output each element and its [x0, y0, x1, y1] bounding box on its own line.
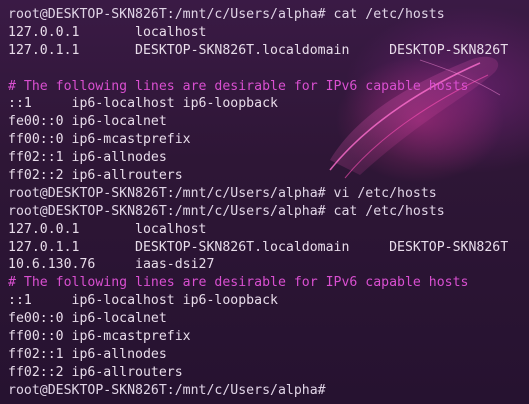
output-line: ::1 ip6-localhost ip6-loopback: [8, 293, 278, 309]
output-line: fe00::0 ip6-localnet: [8, 114, 167, 130]
output-line: ff02::2 ip6-allrouters: [8, 364, 183, 380]
output-line: 127.0.1.1 DESKTOP-SKN826T.localdomain DE…: [8, 239, 509, 255]
terminal-window[interactable]: root@DESKTOP-SKN826T:/mnt/c/Users/alpha#…: [0, 0, 529, 404]
prompt-line: root@DESKTOP-SKN826T:/mnt/c/Users/alpha#…: [8, 185, 437, 201]
output-line: 127.0.1.1 DESKTOP-SKN826T.localdomain DE…: [8, 42, 509, 58]
output-line: ff00::0 ip6-mcastprefix: [8, 132, 191, 148]
output-line: 10.6.130.76 iaas-dsi27: [8, 257, 215, 273]
output-line: ff02::1 ip6-allnodes: [8, 346, 167, 362]
prompt-line: root@DESKTOP-SKN826T:/mnt/c/Users/alpha#…: [8, 7, 445, 22]
output-line: 127.0.0.1 localhost: [8, 24, 207, 40]
output-line: 127.0.0.1 localhost: [8, 221, 207, 237]
output-line: ff00::0 ip6-mcastprefix: [8, 329, 191, 345]
output-line: ::1 ip6-localhost ip6-loopback: [8, 96, 278, 112]
terminal-output[interactable]: root@DESKTOP-SKN826T:/mnt/c/Users/alpha#…: [0, 0, 529, 404]
prompt-line: root@DESKTOP-SKN826T:/mnt/c/Users/alpha#: [8, 382, 326, 398]
comment-line: # The following lines are desirable for …: [8, 275, 469, 291]
output-line: ff02::1 ip6-allnodes: [8, 150, 167, 166]
output-line: fe00::0 ip6-localnet: [8, 311, 167, 327]
comment-line: # The following lines are desirable for …: [8, 78, 469, 94]
output-line: ff02::2 ip6-allrouters: [8, 168, 183, 184]
prompt-line: root@DESKTOP-SKN826T:/mnt/c/Users/alpha#…: [8, 203, 445, 219]
